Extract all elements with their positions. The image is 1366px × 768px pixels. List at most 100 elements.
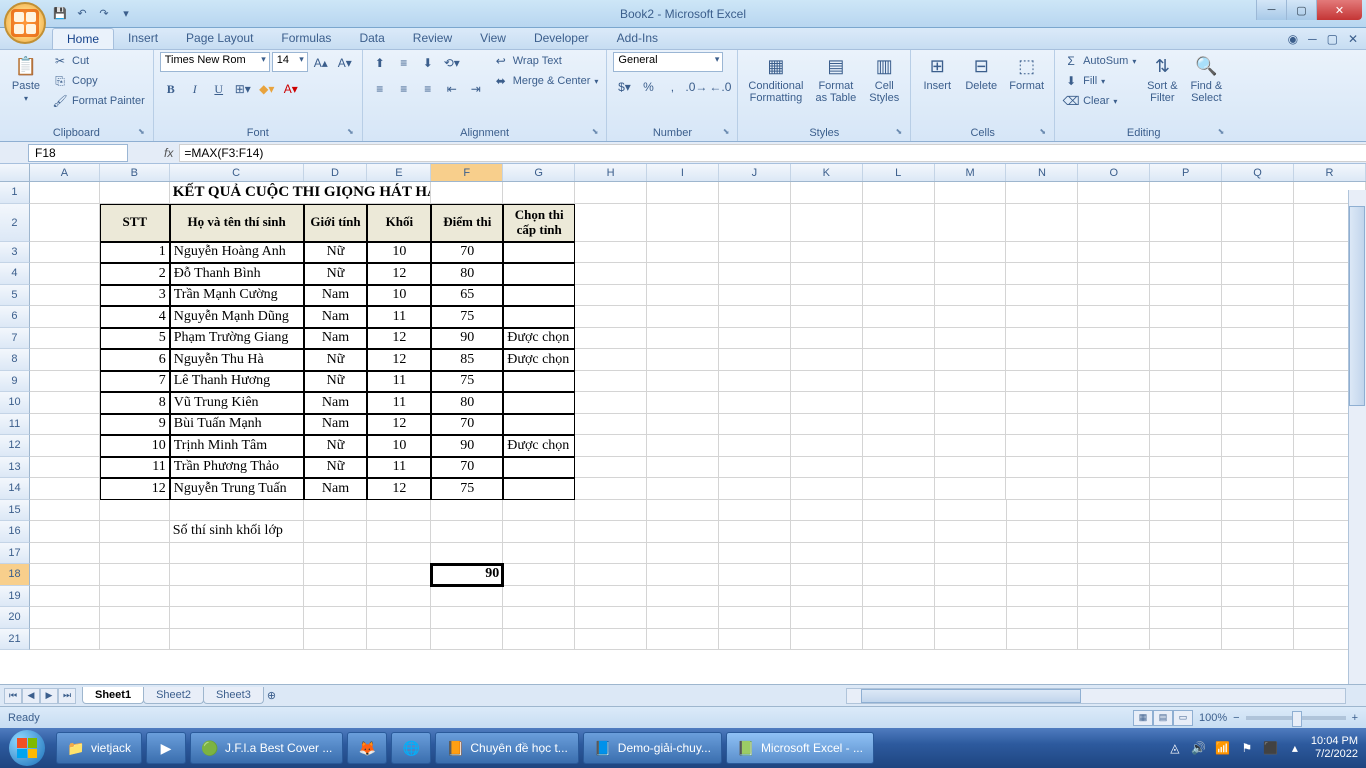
- cell[interactable]: [1222, 478, 1294, 500]
- cell[interactable]: [1222, 242, 1294, 264]
- cell[interactable]: [935, 414, 1007, 436]
- fill-color-button[interactable]: ◆▾: [256, 78, 278, 100]
- cell[interactable]: [1150, 543, 1222, 565]
- cell[interactable]: [719, 500, 791, 522]
- cell[interactable]: 6: [100, 349, 170, 371]
- sheet-tab-sheet1[interactable]: Sheet1: [82, 687, 144, 704]
- cell[interactable]: [791, 263, 863, 285]
- cell[interactable]: [935, 607, 1007, 629]
- cell[interactable]: [719, 306, 791, 328]
- cell[interactable]: [503, 306, 575, 328]
- cell[interactable]: 12: [367, 263, 431, 285]
- cell[interactable]: Trần Mạnh Cường: [170, 285, 304, 307]
- decrease-decimal-button[interactable]: ←.0: [709, 76, 731, 98]
- cell[interactable]: [1150, 478, 1222, 500]
- cell[interactable]: [1006, 204, 1078, 242]
- bold-button[interactable]: B: [160, 78, 182, 100]
- cell[interactable]: [935, 328, 1007, 350]
- cell[interactable]: [1078, 435, 1150, 457]
- taskbar-item[interactable]: 🦊: [347, 732, 387, 764]
- cell[interactable]: [1222, 586, 1294, 608]
- cell[interactable]: [503, 543, 575, 565]
- cell[interactable]: [647, 414, 719, 436]
- cell-styles-button[interactable]: ▥Cell Styles: [864, 52, 904, 106]
- cell[interactable]: [935, 371, 1007, 393]
- cell[interactable]: [1007, 521, 1079, 543]
- cell[interactable]: [935, 457, 1007, 479]
- cell[interactable]: Số thí sinh khối lớp: [170, 521, 304, 543]
- cell[interactable]: [503, 285, 575, 307]
- cell[interactable]: Nữ: [304, 263, 368, 285]
- cell[interactable]: [1222, 371, 1294, 393]
- cell[interactable]: [1222, 435, 1294, 457]
- italic-button[interactable]: I: [184, 78, 206, 100]
- cell[interactable]: [791, 306, 863, 328]
- zoom-in-button[interactable]: +: [1352, 712, 1358, 724]
- tab-home[interactable]: Home: [52, 28, 114, 49]
- cell[interactable]: 11: [367, 392, 431, 414]
- cell[interactable]: [791, 349, 863, 371]
- cell[interactable]: [100, 629, 170, 651]
- cell[interactable]: [503, 392, 575, 414]
- row-header-9[interactable]: 9: [0, 371, 30, 393]
- cell[interactable]: [719, 328, 791, 350]
- cell[interactable]: [503, 242, 575, 264]
- close-button[interactable]: ✕: [1316, 0, 1362, 20]
- cell[interactable]: [1006, 392, 1078, 414]
- cell[interactable]: 10: [367, 285, 431, 307]
- cell[interactable]: [863, 500, 935, 522]
- cell[interactable]: [503, 478, 575, 500]
- cell[interactable]: [863, 457, 935, 479]
- cell[interactable]: [1222, 182, 1294, 204]
- cell[interactable]: 2: [100, 263, 170, 285]
- cell[interactable]: [1078, 285, 1150, 307]
- cell[interactable]: [719, 263, 791, 285]
- cell[interactable]: 10: [100, 435, 170, 457]
- cell[interactable]: [647, 478, 719, 500]
- row-header-12[interactable]: 12: [0, 435, 30, 457]
- row-header-2[interactable]: 2: [0, 204, 30, 242]
- cell[interactable]: [791, 629, 863, 651]
- cell[interactable]: [304, 543, 368, 565]
- cell[interactable]: [791, 392, 863, 414]
- cell[interactable]: 11: [367, 371, 431, 393]
- cell[interactable]: [647, 242, 719, 264]
- col-header-M[interactable]: M: [935, 164, 1007, 181]
- row-header-16[interactable]: 16: [0, 521, 30, 543]
- cell[interactable]: 10: [367, 242, 431, 264]
- row-header-13[interactable]: 13: [0, 457, 30, 479]
- cell[interactable]: [431, 629, 503, 651]
- increase-decimal-button[interactable]: .0→: [685, 76, 707, 98]
- tray-flag-icon[interactable]: ⚑: [1239, 740, 1255, 756]
- cell[interactable]: 11: [367, 457, 431, 479]
- cell[interactable]: Nữ: [304, 349, 368, 371]
- cell[interactable]: [1150, 182, 1222, 204]
- cell[interactable]: [935, 435, 1007, 457]
- cell[interactable]: [503, 521, 575, 543]
- cell[interactable]: [863, 435, 935, 457]
- tab-view[interactable]: View: [466, 28, 520, 49]
- cell[interactable]: [647, 629, 719, 651]
- tray-chevron-icon[interactable]: ▴: [1287, 740, 1303, 756]
- cell[interactable]: [30, 371, 100, 393]
- taskbar-item[interactable]: ▶: [146, 732, 186, 764]
- cell[interactable]: [575, 349, 647, 371]
- cell[interactable]: [1006, 182, 1078, 204]
- cell[interactable]: [791, 586, 863, 608]
- cell[interactable]: [791, 521, 863, 543]
- cell[interactable]: [863, 478, 935, 500]
- zoom-slider[interactable]: [1246, 716, 1346, 720]
- font-color-button[interactable]: A▾: [280, 78, 302, 100]
- cell[interactable]: Nam: [304, 328, 368, 350]
- cell[interactable]: [100, 607, 170, 629]
- cell[interactable]: 12: [367, 478, 431, 500]
- col-header-D[interactable]: D: [304, 164, 368, 181]
- cell[interactable]: [1222, 607, 1294, 629]
- cell[interactable]: [100, 182, 170, 204]
- cell[interactable]: Được chọn: [503, 349, 575, 371]
- cell[interactable]: [575, 182, 647, 204]
- cell[interactable]: Nguyễn Hoàng Anh: [170, 242, 304, 264]
- tab-developer[interactable]: Developer: [520, 28, 603, 49]
- cell[interactable]: 5: [100, 328, 170, 350]
- cell[interactable]: [575, 607, 647, 629]
